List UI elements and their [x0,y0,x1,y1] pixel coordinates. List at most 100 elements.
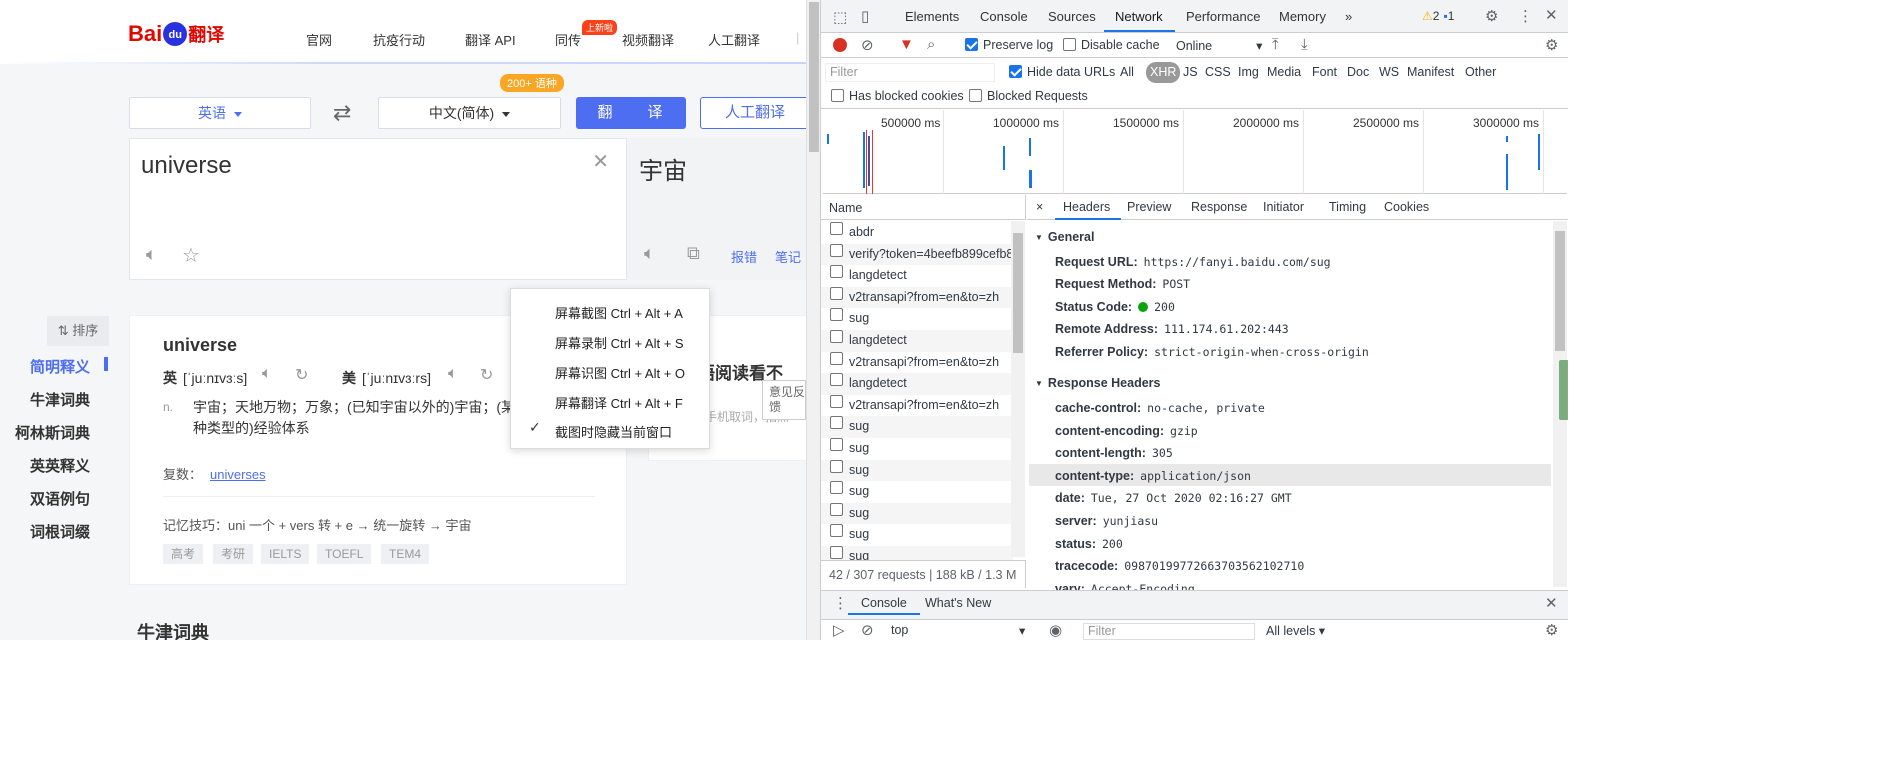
menu-item-record[interactable]: 屏幕录制 Ctrl + Alt + S [555,333,684,352]
network-overview-timeline[interactable]: 500000 ms 1000000 ms 1500000 ms 2000000 … [823,110,1567,194]
clear-console-icon[interactable]: ⊘ [861,621,874,639]
uk-speaker-icon[interactable]: 🔈︎ [262,365,272,383]
star-icon[interactable]: ☆ [182,243,200,268]
device-toolbar-icon[interactable]: ▯ [861,7,869,25]
menu-item-hide-window[interactable]: 截图时隐藏当前窗口 [555,422,672,441]
type-filter-all[interactable]: All [1120,65,1134,79]
tab-preview[interactable]: Preview [1127,200,1171,214]
scrollbar-thumb[interactable] [1013,233,1023,353]
nav-simultaneous[interactable]: 同传 [555,30,581,49]
more-tabs-icon[interactable]: » [1345,9,1352,24]
request-row[interactable]: langdetect [821,265,1013,287]
tab-console[interactable]: Console [980,9,1028,24]
close-drawer-icon[interactable]: ✕ [1545,594,1558,612]
close-devtools-icon[interactable]: ✕ [1545,6,1558,24]
request-row[interactable]: sug [821,416,1013,438]
nav-translate-api[interactable]: 翻译 API [465,30,516,49]
nav-anti-epidemic[interactable]: 抗疫行动 [373,30,425,49]
request-row[interactable]: v2transapi?from=en&to=zh [821,286,1013,309]
notes-link[interactable]: 笔记 [775,247,801,266]
drawer-tab-whats-new[interactable]: What's New [925,596,991,610]
tab-headers[interactable]: Headers [1063,200,1110,214]
sidebar-toggle-icon[interactable]: ▷ [833,621,845,639]
preserve-log-checkbox[interactable]: Preserve log [965,38,1053,52]
sidebar-item-roots[interactable]: 词根词缀 [0,521,90,542]
filter-input[interactable]: Filter [825,63,995,82]
context-select[interactable]: top ▾ [891,623,1031,638]
human-translate-button[interactable]: 人工翻译 [700,97,806,129]
type-filter-doc[interactable]: Doc [1347,65,1369,79]
has-blocked-cookies-checkbox[interactable]: Has blocked cookies [831,89,964,103]
scrollbar-thumb[interactable] [1555,231,1565,351]
console-settings-gear-icon[interactable]: ⚙ [1545,621,1558,639]
request-row[interactable]: langdetect [821,330,1013,352]
us-replay-icon[interactable]: ↻ [480,365,493,385]
translate-button[interactable]: 翻 译 [576,97,686,129]
menu-item-screenshot[interactable]: 屏幕截图 Ctrl + Alt + A [555,303,683,322]
tab-elements[interactable]: Elements [905,9,959,24]
nav-human-translate[interactable]: 人工翻译 [708,30,760,49]
hide-data-urls-checkbox[interactable]: Hide data URLs [1009,65,1115,79]
tab-response[interactable]: Response [1191,200,1247,214]
menu-item-image-recognition[interactable]: 屏幕识图 Ctrl + Alt + O [555,363,685,382]
drawer-menu-icon[interactable]: ⋮ [833,594,848,612]
type-filter-manifest[interactable]: Manifest [1407,65,1454,79]
drawer-tab-console[interactable]: Console [861,596,907,610]
import-har-icon[interactable]: ⤒ [1272,36,1279,53]
export-har-icon[interactable]: ⤓ [1301,36,1308,53]
settings-gear-icon[interactable]: ⚙ [1485,7,1498,25]
network-settings-gear-icon[interactable]: ⚙ [1545,36,1558,54]
search-icon[interactable]: ⌕ [927,36,935,53]
swap-languages-icon[interactable]: ⇄ [333,100,351,126]
sort-button[interactable]: ⇅ 排序 [47,316,109,346]
target-language-select[interactable]: 中文(简体) [378,97,561,129]
sidebar-item-concise[interactable]: 简明释义 [0,356,90,377]
clear-icon[interactable]: ✕ [592,149,609,174]
record-icon[interactable] [833,38,847,52]
page-scrollbar[interactable] [806,0,820,640]
request-list-scrollbar[interactable] [1011,221,1025,557]
speaker-icon[interactable]: 🔈︎ [644,243,655,264]
request-row[interactable]: abdr [821,222,1013,244]
eye-icon[interactable]: ◉ [1049,621,1062,639]
disable-cache-checkbox[interactable]: Disable cache [1063,38,1160,52]
request-row[interactable]: v2transapi?from=en&to=zh [821,351,1013,374]
request-row[interactable]: langdetect [821,373,1013,395]
source-input-box[interactable]: universe ✕ 🔈︎ ☆ [129,138,627,280]
type-filter-ws[interactable]: WS [1379,65,1399,79]
tab-sources[interactable]: Sources [1048,9,1096,24]
source-text[interactable]: universe [141,152,232,180]
issues-counter[interactable]: ⚠2 ▪1 [1422,9,1454,23]
request-row[interactable]: sug [821,524,1013,546]
request-row[interactable]: verify?token=4beefb899cefb8 [821,243,1013,266]
uk-replay-icon[interactable]: ↻ [295,365,308,385]
request-row[interactable]: sug [821,459,1013,482]
type-filter-js[interactable]: JS [1183,65,1198,79]
speaker-icon[interactable]: 🔈︎ [146,244,157,265]
kebab-menu-icon[interactable]: ⋮ [1518,7,1533,25]
source-language-select[interactable]: 英语 [129,97,311,129]
type-filter-xhr[interactable]: XHR [1146,62,1181,83]
tab-initiator[interactable]: Initiator [1263,200,1304,214]
nav-video-translate[interactable]: 视频翻译 [622,30,674,49]
type-filter-font[interactable]: Font [1312,65,1337,79]
console-filter-input[interactable]: Filter [1083,623,1255,640]
sidebar-item-oxford[interactable]: 牛津词典 [0,389,90,410]
inspect-icon[interactable]: ⬚ [833,8,847,26]
tab-network[interactable]: Network [1115,9,1163,24]
baidu-translate-logo[interactable]: Bai du 翻译 [128,16,224,52]
request-row[interactable]: sug [821,438,1013,460]
name-column-header[interactable]: Name [821,195,1026,220]
type-filter-css[interactable]: CSS [1205,65,1231,79]
sidebar-item-examples[interactable]: 双语例句 [0,488,90,509]
type-filter-img[interactable]: Img [1238,65,1259,79]
request-row[interactable]: sug [821,481,1013,503]
tab-timing[interactable]: Timing [1329,200,1366,214]
type-filter-other[interactable]: Other [1465,65,1496,79]
clear-log-icon[interactable]: ⊘ [861,36,874,54]
general-section-toggle[interactable]: General [1035,230,1095,244]
tab-performance[interactable]: Performance [1186,9,1260,24]
response-headers-toggle[interactable]: Response Headers [1035,376,1161,390]
throttling-select[interactable]: Online ▾ [1176,38,1262,53]
tab-memory[interactable]: Memory [1279,9,1326,24]
